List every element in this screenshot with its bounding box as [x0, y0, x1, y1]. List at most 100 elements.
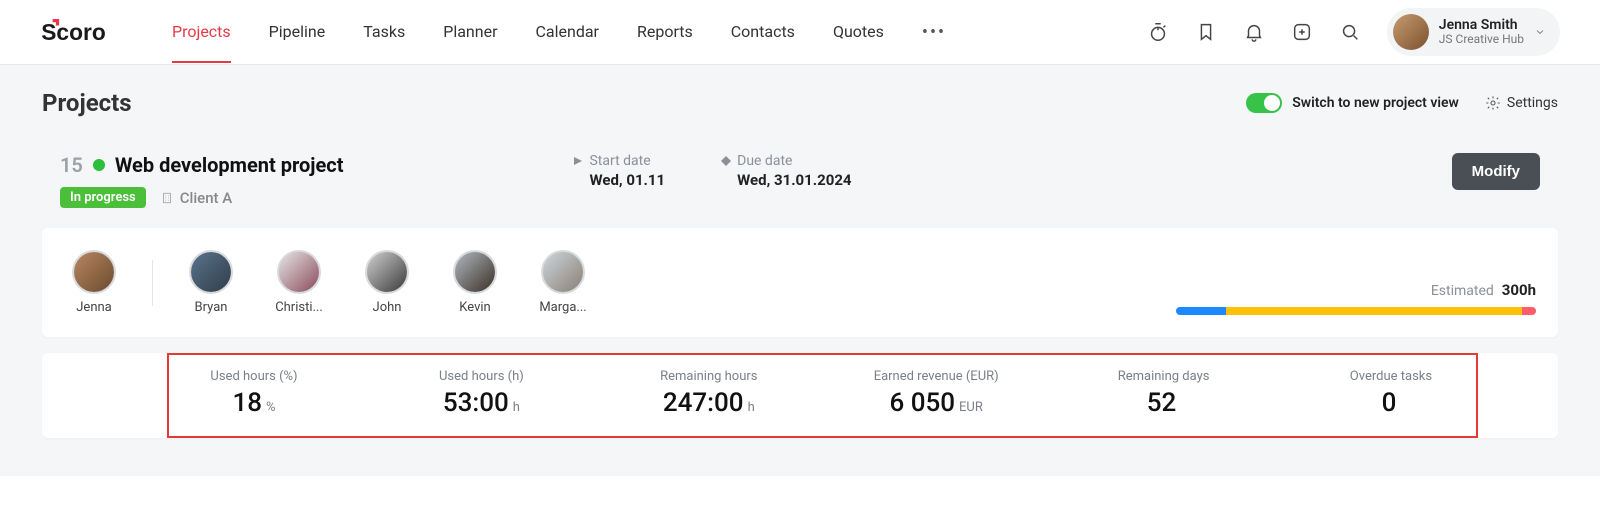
page-title: Projects	[42, 89, 132, 117]
metric-label: Remaining hours	[660, 369, 757, 384]
metric-value: 6 050	[889, 388, 955, 418]
metric-remaining-h: Remaining hours 247:00 h	[644, 369, 774, 418]
metric-label: Used hours (%)	[210, 369, 297, 384]
metric-used-pct: Used hours (%) 18%	[189, 369, 319, 418]
metric-value: 0	[1382, 388, 1397, 418]
progress-seg-red	[1522, 307, 1536, 315]
settings-link[interactable]: Settings	[1485, 95, 1558, 111]
status-badge: In progress	[60, 187, 146, 208]
nav-calendar[interactable]: Calendar	[536, 2, 599, 63]
due-date-block: Due date Wed, 31.01.2024	[721, 153, 851, 189]
avatar	[72, 250, 116, 294]
nav-right: Jenna Smith JS Creative Hub	[1147, 8, 1560, 56]
avatar	[277, 250, 321, 294]
metric-value: 53:00	[443, 388, 509, 418]
nav-quotes[interactable]: Quotes	[833, 2, 884, 63]
metric-remaining-days: Remaining days 52	[1099, 369, 1229, 418]
start-date-label: Start date	[589, 153, 650, 169]
status-dot-icon	[93, 159, 105, 171]
add-icon[interactable]	[1291, 21, 1313, 43]
user-chip[interactable]: Jenna Smith JS Creative Hub	[1387, 8, 1560, 56]
toggle-switch[interactable]	[1246, 93, 1282, 113]
member-name: Kevin	[459, 300, 490, 315]
user-org: JS Creative Hub	[1439, 33, 1524, 47]
nav-reports[interactable]: Reports	[637, 2, 693, 63]
timer-icon[interactable]	[1147, 21, 1169, 43]
page: Projects Switch to new project view Sett…	[0, 65, 1600, 476]
nav-contacts[interactable]: Contacts	[731, 2, 795, 63]
members-card: Jenna Bryan Christi... John Kevin Marg	[42, 228, 1558, 337]
member[interactable]: Marga...	[533, 250, 593, 315]
page-header: Projects Switch to new project view Sett…	[42, 89, 1558, 117]
nav-more-icon[interactable]: •••	[922, 22, 946, 43]
modify-button[interactable]: Modify	[1452, 153, 1540, 190]
switch-view-toggle[interactable]: Switch to new project view	[1246, 93, 1459, 113]
metric-label: Earned revenue (EUR)	[874, 369, 999, 384]
member-name: Marga...	[539, 300, 586, 315]
metric-revenue: Earned revenue (EUR) 6 050 EUR	[871, 369, 1001, 418]
member-name: Christi...	[275, 300, 323, 315]
estimated-value: 300h	[1502, 281, 1536, 299]
divider	[152, 260, 153, 306]
due-date-label: Due date	[737, 153, 792, 169]
metric-label: Overdue tasks	[1350, 369, 1432, 384]
metric-value: 18	[232, 388, 262, 418]
switch-label: Switch to new project view	[1292, 95, 1459, 111]
members-row: Jenna Bryan Christi... John Kevin Marg	[64, 250, 593, 315]
nav-planner[interactable]: Planner	[443, 2, 497, 63]
metric-unit: h	[748, 400, 755, 415]
metric-value: 52	[1147, 388, 1177, 418]
avatar	[453, 250, 497, 294]
metric-label: Used hours (h)	[439, 369, 524, 384]
gear-icon	[1485, 95, 1501, 111]
metric-label: Remaining days	[1118, 369, 1210, 384]
metrics-highlight: Used hours (%) 18% Used hours (h) 53:00 h…	[167, 353, 1478, 438]
avatar	[365, 250, 409, 294]
progress-area: Estimated 300h	[1176, 280, 1536, 315]
member[interactable]: Jenna	[64, 250, 124, 315]
member-name: Bryan	[195, 300, 228, 315]
search-icon[interactable]	[1339, 21, 1361, 43]
metrics-card: Used hours (%) 18% Used hours (h) 53:00 h…	[42, 353, 1558, 438]
building-icon	[160, 191, 174, 205]
member-name: Jenna	[76, 300, 112, 315]
member-name: John	[373, 300, 402, 315]
member[interactable]: Bryan	[181, 250, 241, 315]
client-name: Client A	[180, 189, 233, 207]
metric-value: 247:00	[663, 388, 744, 418]
nav-pipeline[interactable]: Pipeline	[269, 2, 326, 63]
progress-seg-yellow	[1226, 307, 1521, 315]
bell-icon[interactable]	[1243, 21, 1265, 43]
metric-overdue: Overdue tasks 0	[1326, 369, 1456, 418]
user-name: Jenna Smith	[1439, 17, 1524, 33]
project-name: Web development project	[115, 153, 344, 177]
metric-unit: EUR	[959, 400, 983, 415]
bookmark-icon[interactable]	[1195, 21, 1217, 43]
metric-unit: h	[513, 400, 520, 415]
logo[interactable]: Scoro	[40, 19, 140, 45]
project-number: 15	[60, 153, 83, 177]
member[interactable]: Kevin	[445, 250, 505, 315]
member[interactable]: John	[357, 250, 417, 315]
nav-items: Projects Pipeline Tasks Planner Calendar…	[172, 2, 946, 63]
metric-unit: %	[266, 400, 276, 415]
svg-text:Scoro: Scoro	[41, 19, 106, 45]
due-date-value: Wed, 31.01.2024	[737, 171, 851, 189]
nav-tasks[interactable]: Tasks	[363, 2, 405, 63]
nav-projects[interactable]: Projects	[172, 2, 231, 63]
start-date-value: Wed, 01.11	[589, 171, 665, 189]
metric-used-h: Used hours (h) 53:00 h	[416, 369, 546, 418]
progress-bar	[1176, 307, 1536, 315]
top-nav: Scoro Projects Pipeline Tasks Planner Ca…	[0, 0, 1600, 65]
client-link[interactable]: Client A	[160, 189, 233, 207]
settings-label: Settings	[1507, 95, 1558, 111]
start-date-block: Start date Wed, 01.11	[573, 153, 665, 189]
progress-seg-blue	[1176, 307, 1226, 315]
diamond-icon	[721, 156, 731, 166]
project-header: 15 Web development project In progress C…	[42, 137, 1558, 208]
member[interactable]: Christi...	[269, 250, 329, 315]
play-icon	[573, 156, 583, 166]
avatar	[189, 250, 233, 294]
chevron-down-icon	[1534, 23, 1546, 42]
estimated-label: Estimated	[1431, 283, 1494, 299]
